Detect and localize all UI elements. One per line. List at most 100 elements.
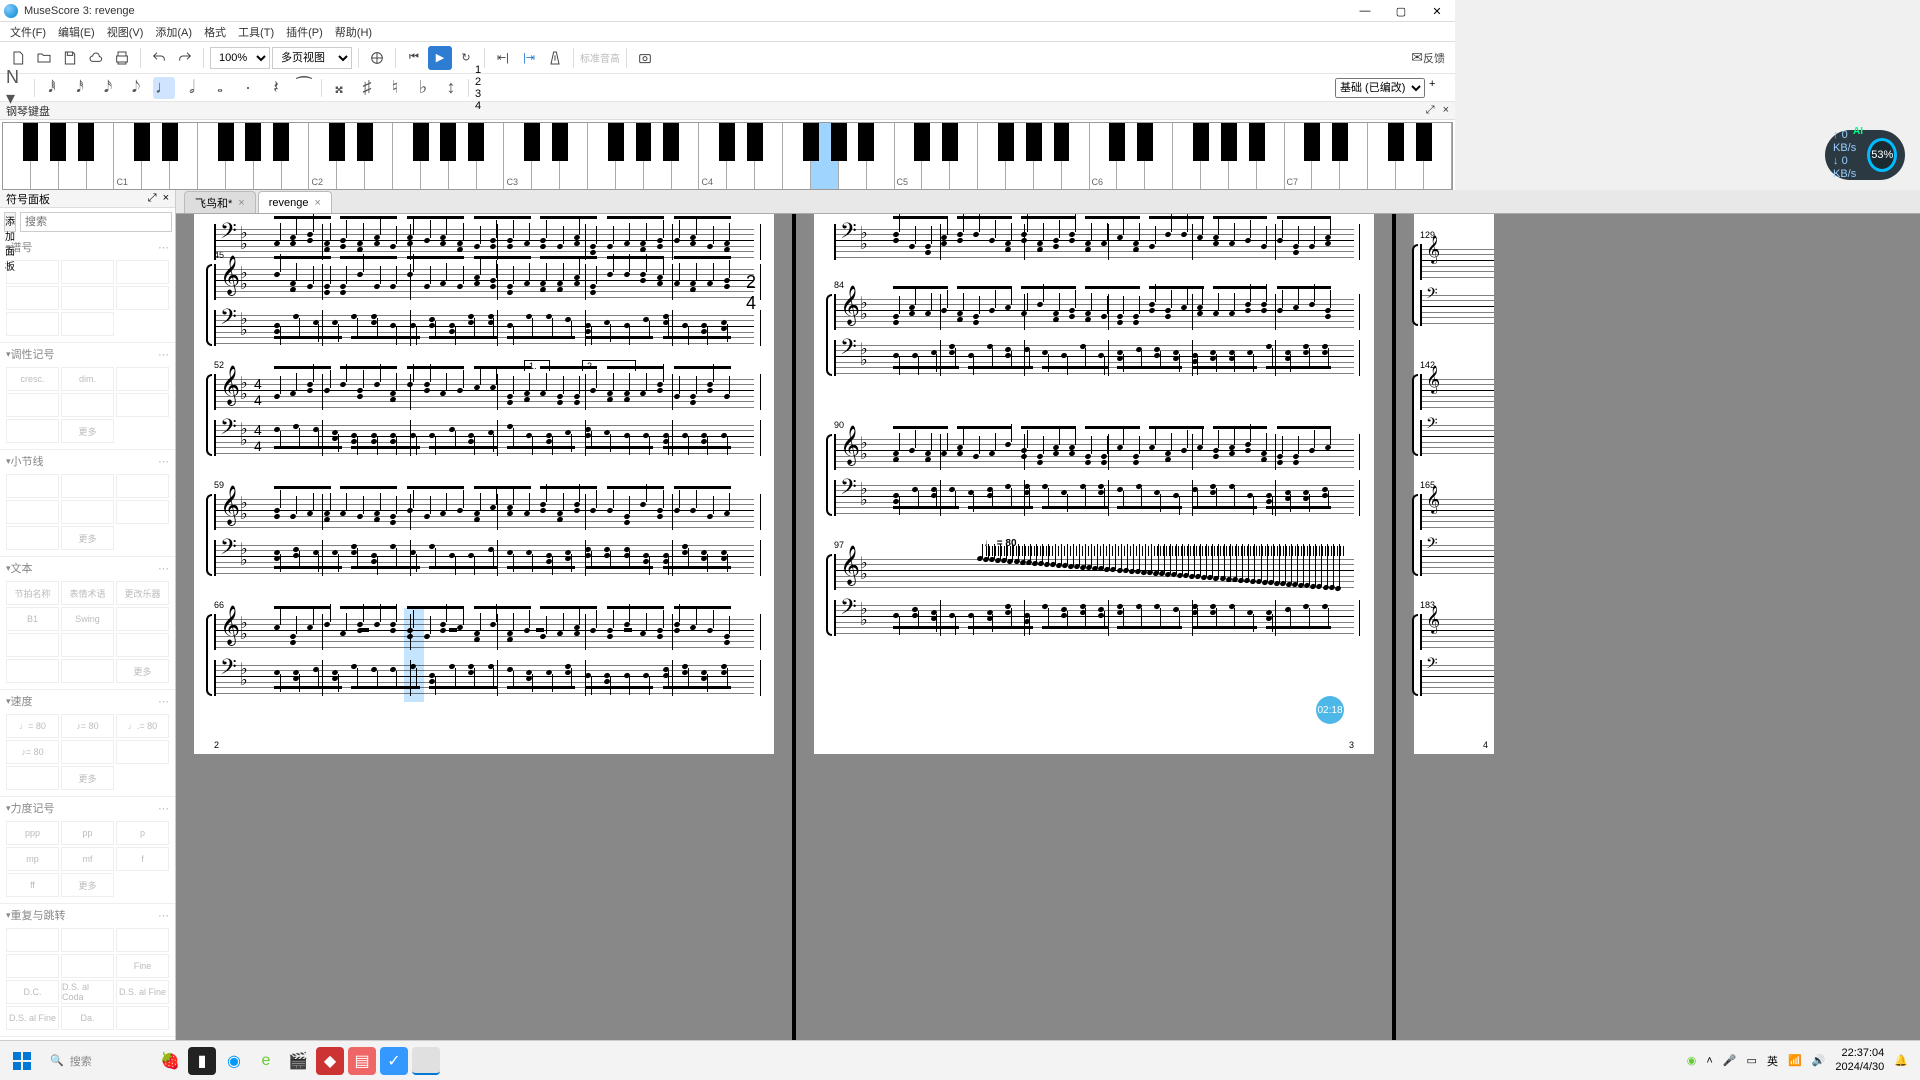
taskbar-clock[interactable]: 22:37:042024/4/30 xyxy=(1835,1047,1884,1073)
workspace-select[interactable]: 基础 (已编改) xyxy=(1335,78,1425,98)
palette-item[interactable] xyxy=(116,1006,169,1030)
palette-item[interactable]: 更多 xyxy=(61,419,114,443)
palette-item[interactable]: ♩= 80 xyxy=(6,714,59,738)
palette-item[interactable]: 表情术语 xyxy=(61,581,114,605)
menu-plugins[interactable]: 插件(P) xyxy=(280,22,329,42)
piano-undock[interactable]: ⤢ xyxy=(1426,104,1435,116)
menu-help[interactable]: 帮助(H) xyxy=(329,22,378,42)
palette-item[interactable]: B1 xyxy=(6,607,59,631)
palette-item[interactable] xyxy=(61,500,114,524)
start-button[interactable] xyxy=(6,1045,38,1077)
palette-item[interactable] xyxy=(116,367,169,391)
tray-icon[interactable]: ◉ xyxy=(1687,1054,1697,1067)
palette-item[interactable]: dim. xyxy=(61,367,114,391)
palette-item[interactable]: p xyxy=(116,821,169,845)
palette-item[interactable] xyxy=(6,474,59,498)
palette-item[interactable] xyxy=(61,312,114,336)
black-key[interactable] xyxy=(998,123,1014,161)
palette-item[interactable]: D.C. xyxy=(6,980,59,1004)
black-key[interactable] xyxy=(636,123,652,161)
print-button[interactable] xyxy=(110,46,134,70)
undo-button[interactable] xyxy=(147,46,171,70)
palette-item[interactable] xyxy=(116,500,169,524)
palette-search-input[interactable] xyxy=(20,212,172,232)
palette-undock[interactable]: ⤢ xyxy=(148,192,157,204)
duration-half[interactable]: 𝅗𝅥 xyxy=(181,77,203,99)
menu-tools[interactable]: 工具(T) xyxy=(232,22,280,42)
palette-item[interactable] xyxy=(116,393,169,417)
minimize-button[interactable]: — xyxy=(1347,0,1383,22)
palette-section-header[interactable]: 重复与跳转⋯ xyxy=(0,904,175,926)
duration-whole[interactable]: 𝅝 xyxy=(209,77,231,99)
black-key[interactable] xyxy=(329,123,345,161)
menu-edit[interactable]: 编辑(E) xyxy=(52,22,101,42)
black-key[interactable] xyxy=(1304,123,1320,161)
black-key[interactable] xyxy=(858,123,874,161)
taskbar-app-active[interactable] xyxy=(412,1047,440,1075)
palette-item[interactable]: ppp xyxy=(6,821,59,845)
palette-item[interactable]: 更多 xyxy=(61,766,114,790)
palette-item[interactable]: ♩.= 80 xyxy=(116,714,169,738)
voice-1[interactable]: 1 xyxy=(475,64,481,76)
palette-item[interactable] xyxy=(61,286,114,310)
duration-16th[interactable]: 𝅘𝅥𝅯 xyxy=(97,77,119,99)
rewind-button[interactable]: ⏮ xyxy=(402,46,426,70)
black-key[interactable] xyxy=(663,123,679,161)
view-mode-select[interactable]: 多页视图 xyxy=(272,47,352,69)
palette-item[interactable] xyxy=(116,740,169,764)
palette-item[interactable] xyxy=(61,928,114,952)
network-speed-widget[interactable]: AI ↑ 0 KB/s ↓ 0 KB/s 53% xyxy=(1825,130,1905,180)
taskbar-app-3[interactable]: ◉ xyxy=(220,1047,248,1075)
black-key[interactable] xyxy=(440,123,456,161)
palette-item[interactable] xyxy=(6,633,59,657)
taskbar-app-8[interactable]: ✓ xyxy=(380,1047,408,1075)
voice-3[interactable]: 3 xyxy=(475,88,481,100)
palette-item[interactable] xyxy=(6,526,59,550)
note-input-mode-button[interactable]: N ▾ xyxy=(6,77,28,99)
duration-dot[interactable]: · xyxy=(237,77,259,99)
black-key[interactable] xyxy=(273,123,289,161)
palette-item[interactable]: 更多 xyxy=(116,659,169,683)
palette-section-header[interactable]: 力度记号⋯ xyxy=(0,797,175,819)
palette-item[interactable]: cresc. xyxy=(6,367,59,391)
black-key[interactable] xyxy=(468,123,484,161)
tray-mic-icon[interactable]: 🎤 xyxy=(1723,1054,1737,1067)
voice-4[interactable]: 4 xyxy=(475,100,481,112)
palette-item[interactable] xyxy=(6,766,59,790)
flip-button[interactable]: ↕ xyxy=(440,77,462,99)
rest-button[interactable]: 𝄽 xyxy=(265,77,287,99)
palette-item[interactable]: Swing xyxy=(61,607,114,631)
black-key[interactable] xyxy=(1109,123,1125,161)
palette-item[interactable]: mf xyxy=(61,847,114,871)
save-button[interactable] xyxy=(58,46,82,70)
black-key[interactable] xyxy=(1221,123,1237,161)
taskbar-search[interactable]: 🔍 搜索 xyxy=(42,1046,152,1076)
screenshot-button[interactable] xyxy=(633,46,657,70)
black-key[interactable] xyxy=(218,123,234,161)
natural[interactable]: ♮ xyxy=(384,77,406,99)
palette-item[interactable]: mp xyxy=(6,847,59,871)
duration-64th[interactable]: 𝅘𝅥𝅱 xyxy=(41,77,63,99)
cloud-button[interactable] xyxy=(84,46,108,70)
palette-section-header[interactable]: 文本⋯ xyxy=(0,557,175,579)
palette-item[interactable]: ♪= 80 xyxy=(6,740,59,764)
palette-item[interactable]: pp xyxy=(61,821,114,845)
black-key[interactable] xyxy=(914,123,930,161)
playback-time-pill[interactable]: 02:18 xyxy=(1316,696,1344,724)
palette-item[interactable] xyxy=(116,607,169,631)
piano-keyboard[interactable]: C1C2C3C4C5C6C7 xyxy=(2,122,1453,190)
taskbar-app-5[interactable]: 🎬 xyxy=(284,1047,312,1075)
palette-item[interactable] xyxy=(116,286,169,310)
score-viewport[interactable]: 𝄢♭♭ 45 𝄞♭♭ 𝄢♭♭ 24 52 1. 2. 𝄞♭♭44 𝄢♭♭44 xyxy=(176,214,1920,1056)
concert-pitch-button[interactable] xyxy=(365,46,389,70)
palette-close[interactable]: × xyxy=(163,192,169,204)
black-key[interactable] xyxy=(162,123,178,161)
palette-item[interactable] xyxy=(61,659,114,683)
zoom-select[interactable]: 100% xyxy=(210,47,270,69)
palette-item[interactable]: 更多 xyxy=(61,873,114,897)
taskbar-app-2[interactable]: ▮ xyxy=(188,1047,216,1075)
taskbar-app-6[interactable]: ◆ xyxy=(316,1047,344,1075)
tray-expand[interactable]: ˄ xyxy=(1706,1055,1712,1067)
tray-volume-icon[interactable]: 🔊 xyxy=(1812,1054,1826,1067)
close-button[interactable]: ✕ xyxy=(1419,0,1455,22)
